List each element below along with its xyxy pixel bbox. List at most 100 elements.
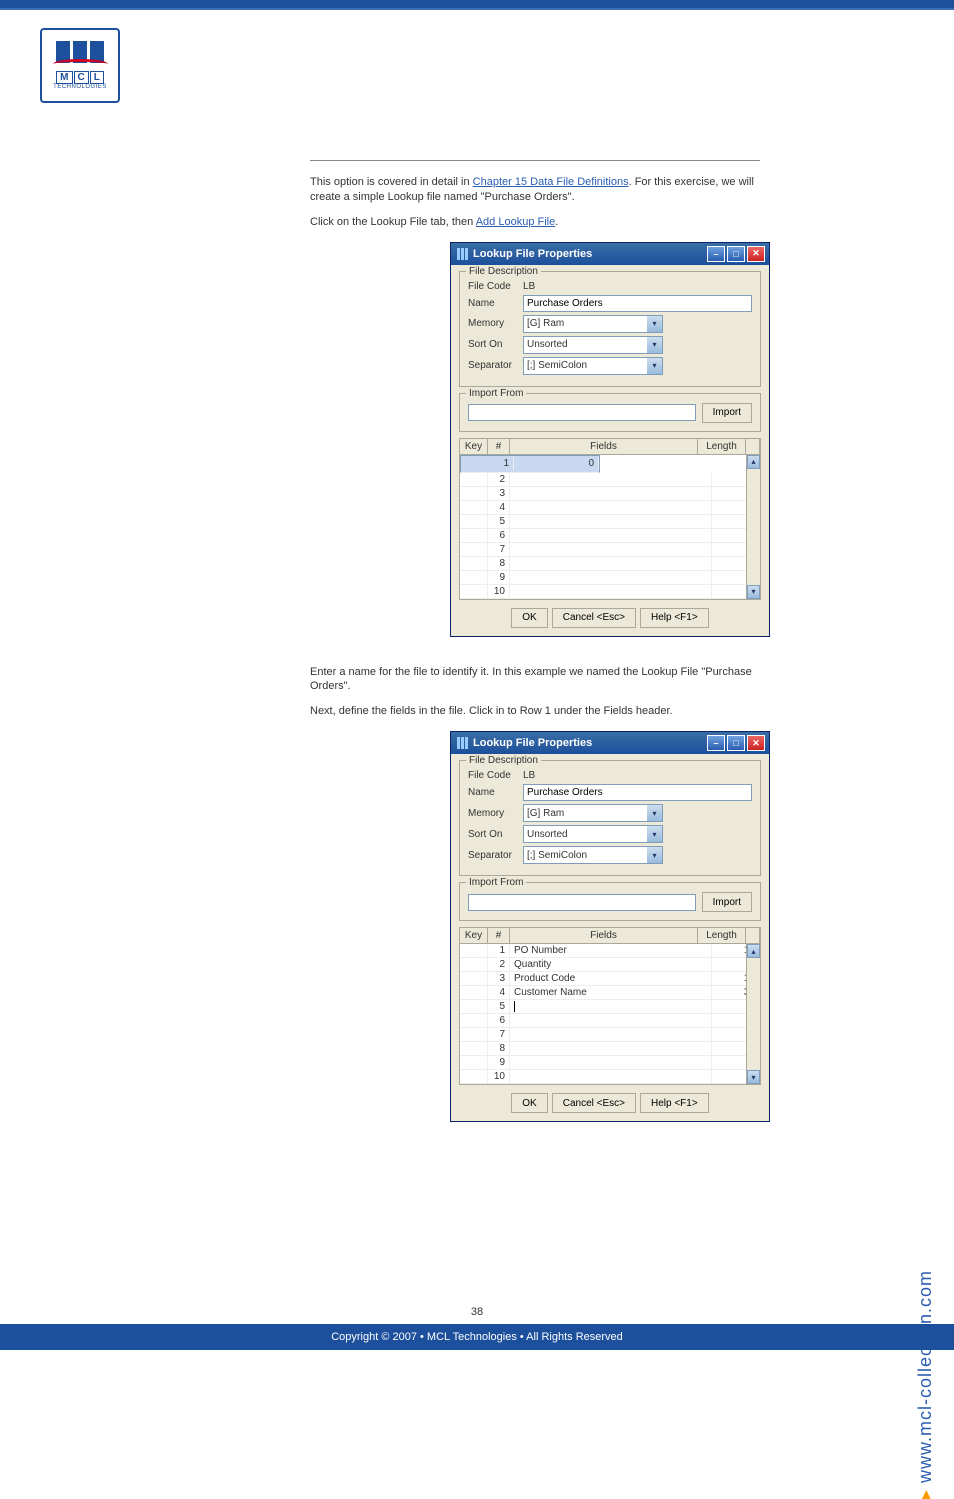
col-length[interactable]: Length bbox=[698, 439, 746, 455]
sorton-select[interactable]: Unsorted▾ bbox=[523, 336, 663, 354]
scroll-down-icon[interactable]: ▾ bbox=[747, 585, 760, 599]
table-row[interactable]: 10 bbox=[460, 455, 600, 473]
table-row[interactable]: 2Quantity4 bbox=[460, 958, 760, 972]
cell-fields[interactable] bbox=[510, 1000, 712, 1013]
cell-fields[interactable]: Product Code bbox=[510, 972, 712, 985]
scrollbar[interactable]: ▴ ▾ bbox=[746, 455, 760, 599]
memory-select[interactable]: [G] Ram▾ bbox=[523, 804, 663, 822]
cell-fields[interactable]: Customer Name bbox=[510, 986, 712, 999]
cell-key[interactable] bbox=[460, 501, 488, 514]
cell-fields[interactable] bbox=[510, 473, 712, 486]
cell-fields[interactable] bbox=[510, 487, 712, 500]
cell-key[interactable] bbox=[460, 515, 488, 528]
cell-key[interactable] bbox=[460, 529, 488, 542]
close-button[interactable]: ✕ bbox=[747, 735, 765, 751]
minimize-button[interactable]: – bbox=[707, 735, 725, 751]
table-row[interactable]: 3Product Code13 bbox=[460, 972, 760, 986]
add-lookup-link[interactable]: Add Lookup File bbox=[476, 216, 556, 228]
table-row[interactable]: 70 bbox=[460, 1028, 760, 1042]
ok-button[interactable]: OK bbox=[511, 1093, 547, 1113]
table-row[interactable]: 50 bbox=[460, 515, 760, 529]
table-row[interactable]: 40 bbox=[460, 501, 760, 515]
sorton-select[interactable]: Unsorted▾ bbox=[523, 825, 663, 843]
scrollbar[interactable]: ▴ ▾ bbox=[746, 944, 760, 1084]
name-input[interactable] bbox=[523, 295, 752, 312]
cancel-button[interactable]: Cancel <Esc> bbox=[552, 1093, 636, 1113]
separator-select[interactable]: [;] SemiColon▾ bbox=[523, 846, 663, 864]
side-url[interactable]: ▸ www.mcl-collection.com bbox=[915, 1270, 936, 1499]
cell-key[interactable] bbox=[460, 986, 488, 999]
cell-fields[interactable] bbox=[510, 1070, 712, 1083]
cell-key[interactable] bbox=[460, 487, 488, 500]
titlebar[interactable]: Lookup File Properties – □ ✕ bbox=[451, 732, 769, 754]
import-button[interactable]: Import bbox=[702, 892, 752, 912]
cell-key[interactable] bbox=[460, 1028, 488, 1041]
table-row[interactable]: 60 bbox=[460, 1014, 760, 1028]
memory-select[interactable]: [G] Ram▾ bbox=[523, 315, 663, 333]
table-row[interactable]: 30 bbox=[460, 487, 760, 501]
cell-key[interactable] bbox=[464, 463, 492, 465]
cell-fields[interactable] bbox=[510, 1028, 712, 1041]
maximize-button[interactable]: □ bbox=[727, 735, 745, 751]
cell-key[interactable] bbox=[460, 972, 488, 985]
cell-key[interactable] bbox=[460, 1070, 488, 1083]
table-row[interactable]: 5 0 bbox=[460, 1000, 760, 1014]
table-row[interactable]: 60 bbox=[460, 529, 760, 543]
table-row[interactable]: 90 bbox=[460, 571, 760, 585]
scroll-down-icon[interactable]: ▾ bbox=[747, 1070, 760, 1084]
cell-fields[interactable] bbox=[510, 1014, 712, 1027]
cell-fields[interactable] bbox=[510, 1056, 712, 1069]
cell-key[interactable] bbox=[460, 585, 488, 598]
cell-fields[interactable] bbox=[510, 571, 712, 584]
cell-key[interactable] bbox=[460, 1042, 488, 1055]
help-button[interactable]: Help <F1> bbox=[640, 1093, 709, 1113]
cell-fields[interactable] bbox=[514, 463, 551, 465]
import-button[interactable]: Import bbox=[702, 403, 752, 423]
close-button[interactable]: ✕ bbox=[747, 246, 765, 262]
cell-fields[interactable] bbox=[510, 1042, 712, 1055]
chapter-link[interactable]: Chapter 15 Data File Definitions bbox=[473, 176, 629, 188]
col-key[interactable]: Key bbox=[460, 928, 488, 944]
titlebar[interactable]: Lookup File Properties – □ ✕ bbox=[451, 243, 769, 265]
col-num[interactable]: # bbox=[488, 439, 510, 455]
table-row[interactable]: 90 bbox=[460, 1056, 760, 1070]
separator-select[interactable]: [;] SemiColon▾ bbox=[523, 357, 663, 375]
minimize-button[interactable]: – bbox=[707, 246, 725, 262]
fields-grid[interactable]: Key # Fields Length 10203040506070809010… bbox=[459, 438, 761, 600]
cell-key[interactable] bbox=[460, 958, 488, 971]
cell-fields[interactable] bbox=[510, 501, 712, 514]
scroll-up-icon[interactable]: ▴ bbox=[747, 944, 760, 958]
cell-key[interactable] bbox=[460, 571, 488, 584]
scroll-up-icon[interactable]: ▴ bbox=[747, 455, 760, 469]
maximize-button[interactable]: □ bbox=[727, 246, 745, 262]
cell-key[interactable] bbox=[460, 944, 488, 957]
cell-fields[interactable] bbox=[510, 543, 712, 556]
cell-fields[interactable] bbox=[510, 585, 712, 598]
cell-key[interactable] bbox=[460, 1056, 488, 1069]
table-row[interactable]: 70 bbox=[460, 543, 760, 557]
cell-fields[interactable] bbox=[510, 529, 712, 542]
import-path-input[interactable] bbox=[468, 894, 696, 911]
cell-length[interactable]: 0 bbox=[551, 457, 599, 470]
cell-key[interactable] bbox=[460, 473, 488, 486]
table-row[interactable]: 100 bbox=[460, 585, 760, 599]
import-path-input[interactable] bbox=[468, 404, 696, 421]
help-button[interactable]: Help <F1> bbox=[640, 608, 709, 628]
col-fields[interactable]: Fields bbox=[510, 439, 698, 455]
col-fields[interactable]: Fields bbox=[510, 928, 698, 944]
cell-key[interactable] bbox=[460, 1000, 488, 1013]
cell-fields[interactable] bbox=[510, 515, 712, 528]
table-row[interactable]: 1PO Number10 bbox=[460, 944, 760, 958]
table-row[interactable]: 20 bbox=[460, 473, 760, 487]
cell-fields[interactable]: Quantity bbox=[510, 958, 712, 971]
table-row[interactable]: 80 bbox=[460, 557, 760, 571]
cell-fields[interactable]: PO Number bbox=[510, 944, 712, 957]
cell-fields[interactable] bbox=[510, 557, 712, 570]
cell-key[interactable] bbox=[460, 543, 488, 556]
col-key[interactable]: Key bbox=[460, 439, 488, 455]
ok-button[interactable]: OK bbox=[511, 608, 547, 628]
col-num[interactable]: # bbox=[488, 928, 510, 944]
cell-key[interactable] bbox=[460, 557, 488, 570]
col-length[interactable]: Length bbox=[698, 928, 746, 944]
fields-grid[interactable]: Key # Fields Length 1PO Number102Quantit… bbox=[459, 927, 761, 1085]
